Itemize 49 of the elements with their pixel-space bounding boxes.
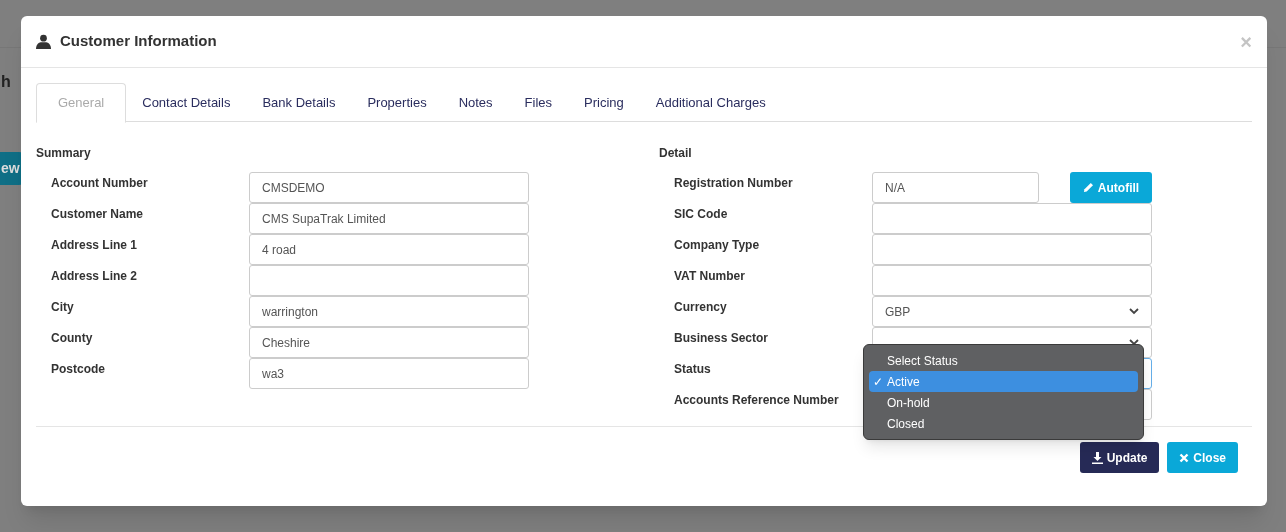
check-icon: ✓	[869, 372, 887, 391]
input-field[interactable]	[872, 265, 1152, 296]
select-field[interactable]: GBP	[872, 296, 1152, 327]
field-label: Customer Name	[51, 206, 145, 219]
tab[interactable]: Properties	[351, 83, 443, 122]
field-label: Address Line 1	[51, 237, 139, 250]
tab[interactable]: Bank Details	[246, 83, 352, 122]
field-label: Currency	[674, 299, 728, 312]
download-icon	[1091, 451, 1103, 464]
input-field[interactable]	[872, 234, 1152, 265]
input-field[interactable]: Cheshire	[249, 327, 529, 358]
input-field[interactable]	[249, 265, 529, 296]
tab[interactable]: Additional Charges	[639, 83, 782, 122]
window-title: Customer Information	[60, 31, 217, 52]
input-field[interactable]: N/A	[872, 172, 1039, 203]
field-label: VAT Number	[674, 268, 746, 281]
field-label: Postcode	[51, 361, 106, 374]
field-label: Account Number	[51, 175, 149, 188]
field-label: Registration Number	[674, 175, 794, 188]
pencil-icon	[1082, 182, 1094, 193]
dropdown-option[interactable]: Select Status	[869, 350, 1138, 371]
input-field[interactable]: warrington	[249, 296, 529, 327]
input-field[interactable]: 4 road	[249, 234, 529, 265]
field-label: Company Type	[674, 237, 761, 250]
input-field[interactable]: wa3	[249, 358, 529, 389]
section-heading: Summary	[36, 145, 92, 159]
field-label: Status	[674, 361, 712, 374]
field-label: Accounts Reference Number	[674, 392, 840, 405]
user-icon	[36, 34, 51, 49]
dropdown-option[interactable]: Closed	[869, 413, 1138, 434]
dropdown-option[interactable]: On-hold	[869, 392, 1138, 413]
tab[interactable]: Notes	[442, 83, 509, 122]
field-label: County	[51, 330, 94, 343]
input-field[interactable]: CMS SupaTrak Limited	[249, 203, 529, 234]
input-field[interactable]	[872, 203, 1152, 234]
field-label: Business Sector	[674, 330, 770, 343]
new-button[interactable]: ew	[0, 152, 23, 185]
field-label: Address Line 2	[51, 268, 139, 281]
section-heading: Detail	[659, 145, 693, 159]
page-heading: h	[1, 72, 11, 92]
update-button[interactable]: Update	[1079, 442, 1160, 473]
field-label: SIC Code	[674, 206, 729, 219]
input-field[interactable]: CMSDEMO	[249, 172, 529, 203]
tab[interactable]: Contact Details	[126, 83, 247, 122]
close-icon	[1179, 452, 1190, 463]
tab[interactable]: Files	[508, 83, 569, 122]
chevron-down-icon	[1129, 308, 1139, 315]
tab[interactable]: Pricing	[568, 83, 640, 122]
field-label: City	[51, 299, 75, 312]
